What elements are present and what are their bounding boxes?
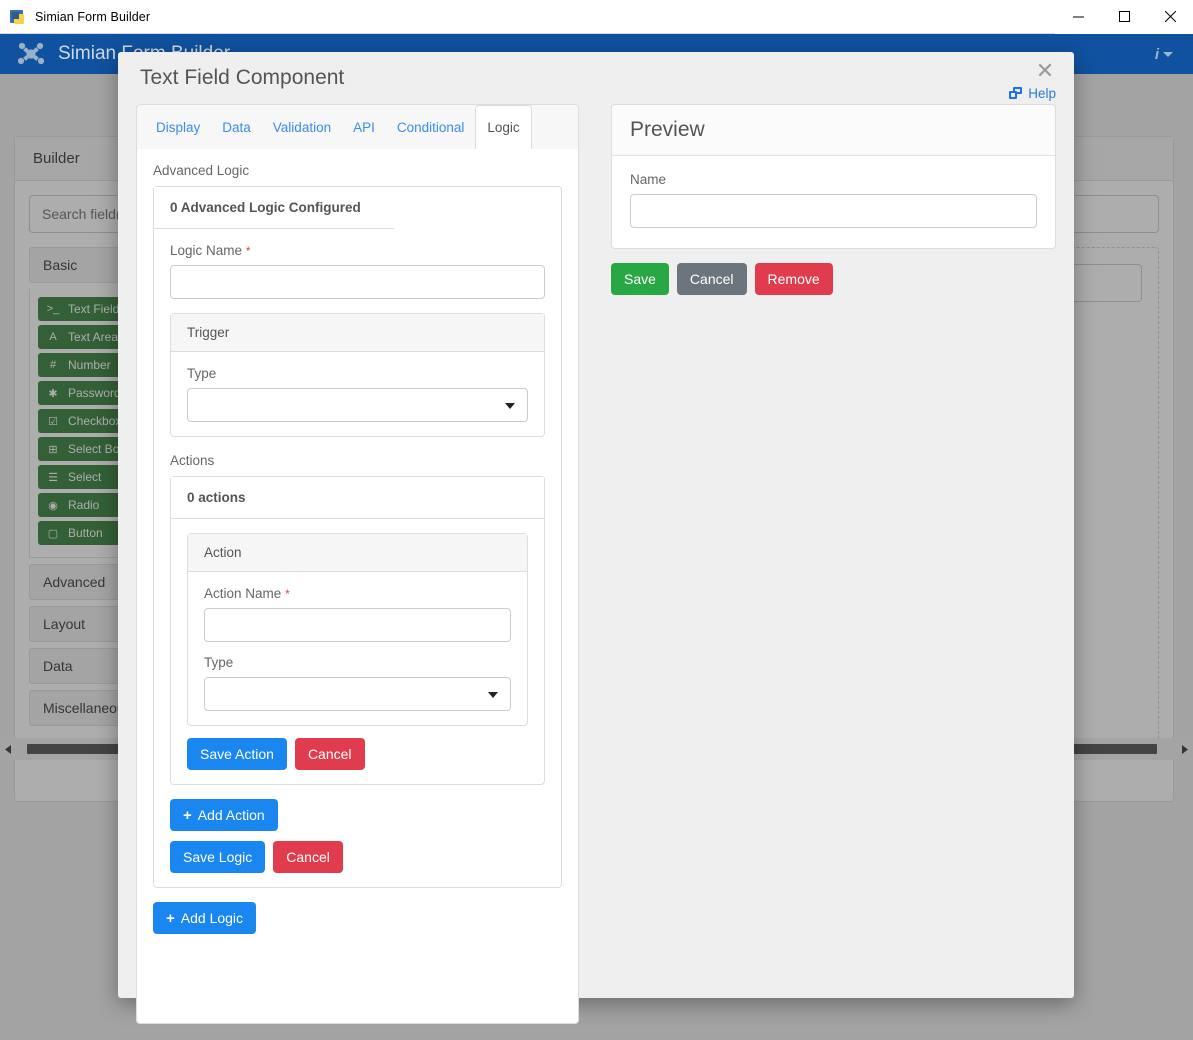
preview-name-input[interactable] <box>630 194 1037 228</box>
plus-icon: + <box>166 909 175 927</box>
preview-body: Name <box>612 156 1055 248</box>
close-icon[interactable]: ✕ <box>1032 58 1058 84</box>
action-panel: Action Action Name * Type <box>187 533 528 726</box>
actions-body: Action Action Name * Type Save Action Ca… <box>171 519 544 784</box>
tab-display[interactable]: Display <box>145 105 211 150</box>
advanced-logic-summary: 0 Advanced Logic Configured <box>154 187 394 229</box>
help-label: Help <box>1028 86 1056 101</box>
trigger-header: Trigger <box>171 314 544 352</box>
preview-buttons: Save Cancel Remove <box>611 263 1056 295</box>
window-controls <box>1055 0 1193 34</box>
trigger-type-select[interactable] <box>187 388 528 422</box>
simian-logo <box>17 42 45 65</box>
window-titlebar: Simian Form Builder <box>0 0 1193 34</box>
settings-tabs: Display Data Validation API Conditional … <box>136 104 579 150</box>
minimize-icon[interactable] <box>1055 0 1101 34</box>
save-logic-button[interactable]: Save Logic <box>170 841 266 873</box>
actions-summary: 0 actions <box>171 477 544 519</box>
add-logic-label: Add Logic <box>180 910 244 926</box>
add-action-row: + Add Action <box>170 799 545 831</box>
logic-form: Logic Name * Trigger Type Actions 0 acti… <box>154 229 561 887</box>
preview-column: Preview Name Save Cancel Remove <box>611 104 1056 295</box>
app-info-menu[interactable]: i <box>1155 46 1173 63</box>
add-logic-row: + Add Logic <box>153 902 562 934</box>
preview-field-label: Name <box>630 172 667 187</box>
close-icon[interactable] <box>1147 0 1193 34</box>
cancel-button[interactable]: Cancel <box>676 263 747 295</box>
logic-name-text: Logic Name <box>170 243 243 258</box>
action-type-label: Type <box>204 655 234 670</box>
logic-name-label: Logic Name * <box>170 243 545 258</box>
advanced-logic-label: Advanced Logic <box>153 163 250 178</box>
logic-tab-pane: Advanced Logic 0 Advanced Logic Configur… <box>136 149 579 1024</box>
actions-label: Actions <box>170 453 215 468</box>
logic-buttons: Save Logic Cancel <box>170 841 545 873</box>
tab-conditional[interactable]: Conditional <box>386 105 476 150</box>
modal-title: Text Field Component <box>140 66 345 89</box>
window-title: Simian Form Builder <box>35 9 151 24</box>
chevron-down-icon <box>488 692 498 698</box>
add-action-button[interactable]: + Add Action <box>170 799 278 831</box>
preview-header: Preview <box>612 105 1055 156</box>
save-action-button[interactable]: Save Action <box>187 738 287 770</box>
python-app-icon <box>10 9 26 25</box>
action-name-input[interactable] <box>204 608 511 642</box>
remove-button[interactable]: Remove <box>754 263 833 295</box>
action-type-select[interactable] <box>204 677 511 711</box>
advanced-logic-panel: 0 Advanced Logic Configured Logic Name *… <box>153 186 562 888</box>
maximize-icon[interactable] <box>1101 0 1147 34</box>
component-settings-modal: Text Field Component ✕ Help Display Data… <box>118 52 1074 1024</box>
trigger-panel: Trigger Type <box>170 313 545 437</box>
required-marker: * <box>245 244 251 258</box>
trigger-type-label: Type <box>187 366 217 381</box>
action-buttons: Save Action Cancel <box>187 738 528 770</box>
tab-logic[interactable]: Logic <box>475 105 532 150</box>
help-link[interactable]: Help <box>1009 86 1056 101</box>
chevron-down-icon <box>505 403 515 409</box>
action-body: Action Name * Type <box>188 572 527 725</box>
action-header: Action <box>188 534 527 572</box>
action-name-text: Action Name <box>204 586 282 601</box>
tab-data[interactable]: Data <box>211 105 262 150</box>
save-button[interactable]: Save <box>611 263 669 295</box>
plus-icon: + <box>183 806 192 824</box>
action-name-label: Action Name * <box>204 586 511 601</box>
tab-validation[interactable]: Validation <box>262 105 342 150</box>
required-marker: * <box>285 587 290 601</box>
logic-name-input[interactable] <box>170 265 545 299</box>
chevron-down-icon <box>1163 51 1173 57</box>
actions-panel: 0 actions Action Action Name * Type Save… <box>170 476 545 785</box>
info-icon: i <box>1154 45 1159 63</box>
trigger-body: Type <box>171 352 544 436</box>
preview-card: Preview Name <box>611 104 1056 249</box>
add-logic-button[interactable]: + Add Logic <box>153 902 257 934</box>
add-action-label: Add Action <box>197 807 265 823</box>
cancel-action-button[interactable]: Cancel <box>294 738 365 770</box>
external-window-icon <box>1009 87 1023 100</box>
cancel-logic-button[interactable]: Cancel <box>273 841 343 873</box>
tab-api[interactable]: API <box>342 105 386 150</box>
